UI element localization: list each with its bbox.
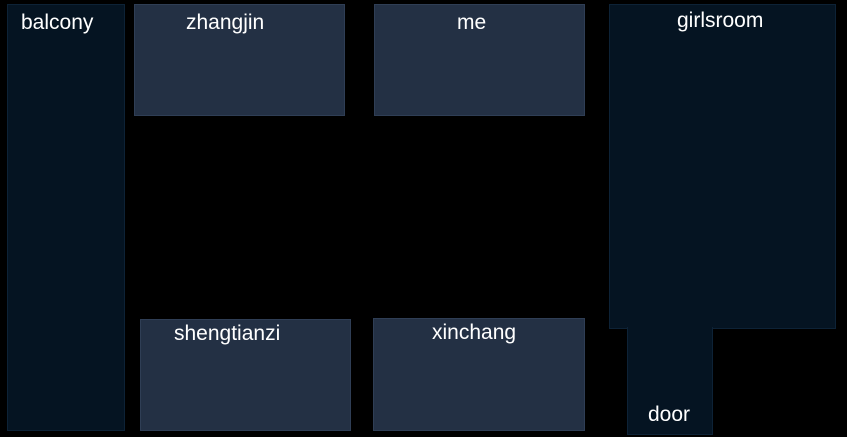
room-me: me [374, 4, 585, 116]
room-balcony: balcony [7, 4, 125, 431]
room-label-door: door [648, 403, 691, 426]
room-label-balcony: balcony [21, 11, 94, 34]
room-label-zhangjin: zhangjin [186, 11, 265, 34]
room-xinchang: xinchang [373, 318, 585, 431]
room-shengtianzi: shengtianzi [140, 319, 351, 431]
room-label-me: me [457, 11, 487, 34]
room-zhangjin: zhangjin [134, 4, 345, 116]
room-label-shengtianzi: shengtianzi [174, 322, 281, 345]
room-door: door [627, 327, 713, 435]
room-girlsroom: girlsroom [609, 4, 836, 329]
room-label-girlsroom: girlsroom [677, 9, 764, 32]
room-label-xinchang: xinchang [432, 321, 517, 344]
